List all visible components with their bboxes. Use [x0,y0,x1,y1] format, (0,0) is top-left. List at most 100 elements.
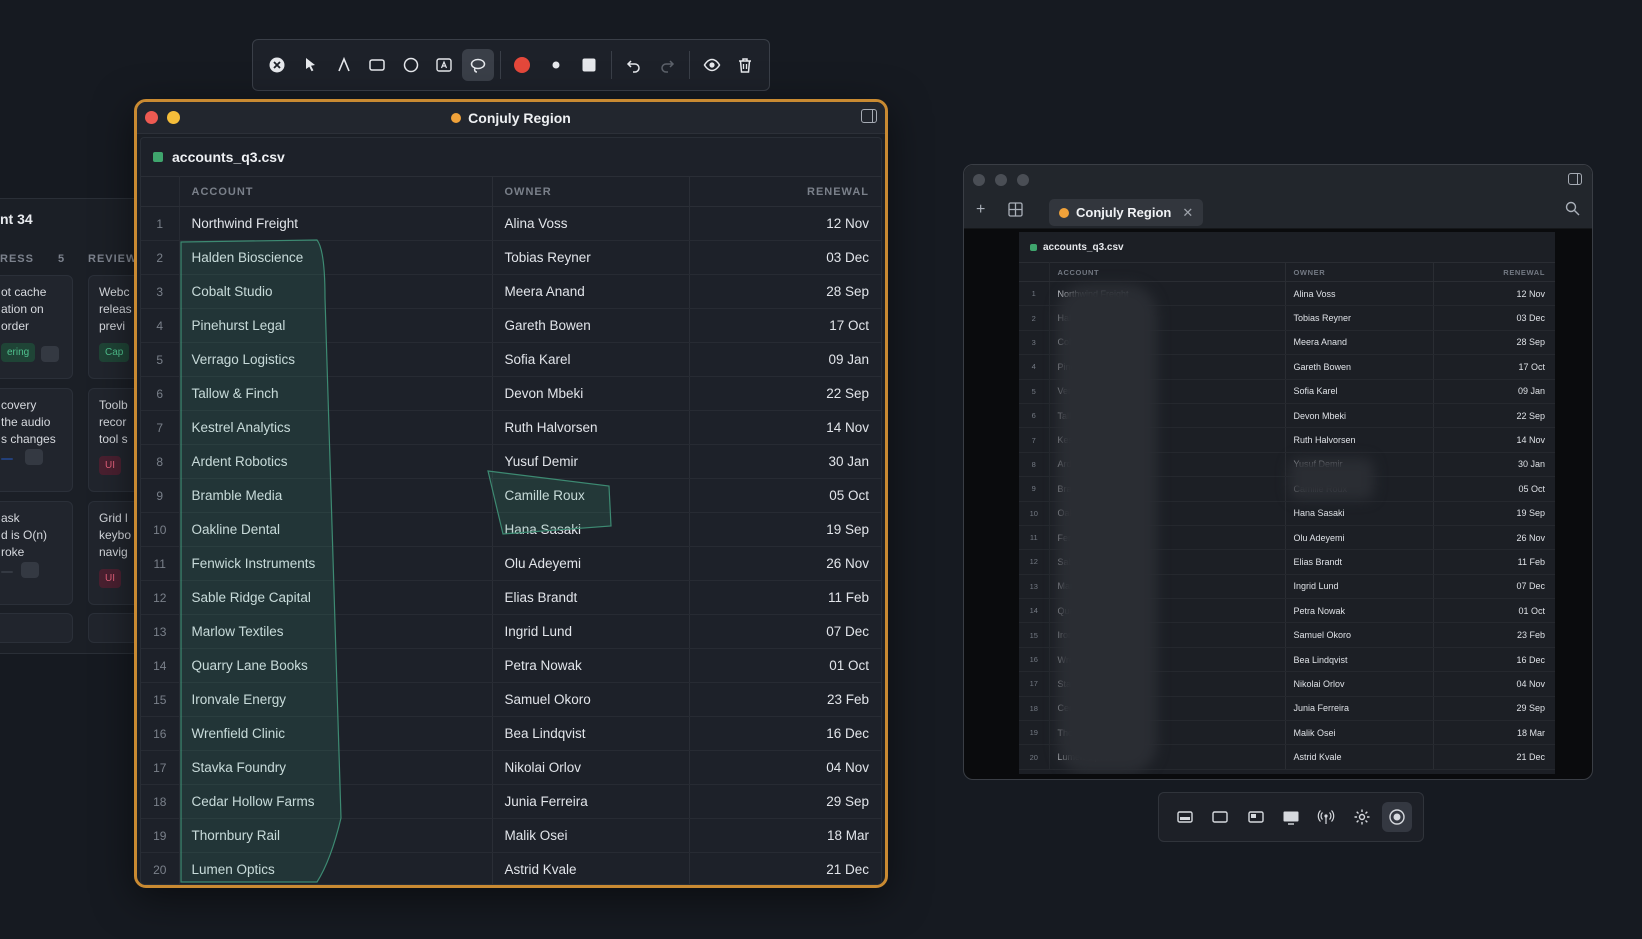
sidebar-toggle-icon[interactable] [861,109,877,123]
window-split-icon[interactable] [1241,802,1271,832]
owner-cell[interactable]: Petra Nowak [491,648,689,683]
add-tab-icon[interactable]: + [976,201,985,219]
owner-cell[interactable]: Olu Adeyemi [491,546,689,581]
table-row[interactable]: 2 Halden Bioscience Tobias Reyner 03 Dec [1019,305,1555,331]
renewal-cell[interactable]: 17 Oct [1432,354,1555,380]
account-cell[interactable]: Quarry Lane Books [1049,598,1285,624]
owner-cell[interactable]: Junia Ferreira [1284,696,1433,722]
sidebar-toggle-icon[interactable] [1568,173,1582,185]
table-row[interactable]: 17 Stavka Foundry Nikolai Orlov 04 Nov [1019,671,1555,697]
account-cell[interactable]: Northwind Freight [179,206,492,241]
owner-cell[interactable]: Yusuf Demir [1284,452,1433,478]
renewal-cell[interactable]: 07 Dec [1432,574,1555,600]
owner-cell[interactable]: Astrid Kvale [1284,744,1433,770]
owner-cell[interactable]: Alina Voss [1284,281,1433,307]
minimize-window-button[interactable] [167,111,180,124]
table-row[interactable]: 6 Tallow & Finch Devon Mbeki 22 Sep [141,376,881,411]
window-outline-icon[interactable] [1205,802,1235,832]
owner-column-header[interactable]: OWNER [491,176,689,207]
renewal-cell[interactable]: 22 Sep [1432,403,1555,429]
renewal-cell[interactable]: 12 Nov [688,206,881,241]
owner-cell[interactable]: Nikolai Orlov [491,750,689,785]
table-row[interactable]: 10 Oakline Dental Hana Sasaki 19 Sep [1019,501,1555,526]
text-box-icon[interactable] [429,49,461,81]
table-row[interactable]: 19 Thornbury Rail Malik Osei 18 Mar [1019,720,1555,746]
preview-titlebar[interactable] [964,165,1592,195]
stroke-dot-icon[interactable] [540,49,572,81]
table-row[interactable]: 3 Cobalt Studio Meera Anand 28 Sep [1019,330,1555,356]
renewal-cell[interactable]: 19 Sep [1432,501,1555,526]
owner-cell[interactable]: Yusuf Demir [491,444,689,479]
account-cell[interactable]: Halden Bioscience [179,240,492,275]
owner-cell[interactable]: Alina Voss [491,206,689,241]
renewal-cell[interactable]: 11 Feb [1432,549,1555,575]
account-cell[interactable]: Tallow & Finch [1049,403,1285,429]
account-cell[interactable]: Kestrel Analytics [1049,427,1285,453]
renewal-cell[interactable]: 23 Feb [688,682,881,717]
account-cell[interactable]: Sable Ridge Capital [1049,549,1285,575]
account-cell[interactable]: Cobalt Studio [1049,330,1285,356]
account-cell[interactable]: Quarry Lane Books [179,648,492,683]
account-cell[interactable]: Marlow Textiles [179,614,492,649]
table-row[interactable]: 6 Tallow & Finch Devon Mbeki 22 Sep [1019,403,1555,429]
table-row[interactable]: 16 Wrenfield Clinic Bea Lindqvist 16 Dec [1019,647,1555,673]
renewal-cell[interactable]: 05 Oct [1432,476,1555,502]
table-row[interactable]: 18 Cedar Hollow Farms Junia Ferreira 29 Sep [141,784,881,819]
table-row[interactable]: 11 Fenwick Instruments Olu Adeyemi 26 Nov [141,546,881,581]
renewal-cell[interactable]: 14 Nov [688,410,881,445]
renewal-cell[interactable]: 12 Nov [1432,281,1555,307]
close-icon[interactable] [261,49,293,81]
trash-icon[interactable] [729,49,761,81]
zoom-window-button[interactable] [1017,174,1029,186]
owner-cell[interactable]: Junia Ferreira [491,784,689,819]
kanban-card[interactable]: Webc releas previ Cap [88,275,139,379]
minimize-window-button[interactable] [995,174,1007,186]
tab-conjuly-region[interactable]: Conjuly Region ✕ [1049,199,1204,226]
renewal-cell[interactable]: 03 Dec [688,240,881,275]
table-row[interactable]: 7 Kestrel Analytics Ruth Halvorsen 14 Nov [1019,427,1555,453]
owner-cell[interactable]: Bea Lindqvist [1284,647,1433,673]
account-column-header[interactable]: ACCOUNT [179,176,492,207]
account-cell[interactable]: Fenwick Instruments [179,546,492,581]
table-row[interactable]: 2 Halden Bioscience Tobias Reyner 03 Dec [141,240,881,275]
table-row[interactable]: 1 Northwind Freight Alina Voss 12 Nov [141,206,881,241]
search-icon[interactable] [1565,201,1580,221]
account-cell[interactable]: Thornbury Rail [179,818,492,853]
account-cell[interactable]: Pinehurst Legal [179,308,492,343]
renewal-cell[interactable]: 01 Oct [1432,598,1555,624]
account-cell[interactable]: Verrago Logistics [179,342,492,377]
owner-cell[interactable]: Malik Osei [491,818,689,853]
grid-view-icon[interactable] [1008,202,1023,222]
renewal-cell[interactable]: 30 Jan [1432,452,1555,478]
owner-cell[interactable]: Nikolai Orlov [1284,671,1433,697]
kanban-card[interactable]: Grid l keybo navig UI [88,501,139,605]
account-cell[interactable]: Stavka Foundry [179,750,492,785]
owner-cell[interactable]: Ingrid Lund [491,614,689,649]
account-cell[interactable]: Ardent Robotics [179,444,492,479]
account-cell[interactable]: Wrenfield Clinic [1049,647,1285,673]
table-row[interactable]: 14 Quarry Lane Books Petra Nowak 01 Oct [1019,598,1555,624]
redo-icon[interactable] [651,49,683,81]
renewal-cell[interactable]: 19 Sep [688,512,881,547]
table-row[interactable]: 9 Bramble Media Camille Roux 05 Oct [1019,476,1555,502]
owner-cell[interactable]: Devon Mbeki [1284,403,1433,429]
renewal-cell[interactable]: 18 Mar [1432,720,1555,746]
table-row[interactable]: 4 Pinehurst Legal Gareth Bowen 17 Oct [1019,354,1555,380]
owner-cell[interactable]: Hana Sasaki [1284,501,1433,526]
renewal-cell[interactable]: 28 Sep [688,274,881,309]
owner-cell[interactable]: Tobias Reyner [491,240,689,275]
renewal-cell[interactable]: 14 Nov [1432,427,1555,453]
account-cell[interactable]: Ardent Robotics [1049,452,1285,478]
table-row[interactable]: 4 Pinehurst Legal Gareth Bowen 17 Oct [141,308,881,343]
account-cell[interactable]: Oakline Dental [179,512,492,547]
renewal-cell[interactable]: 22 Sep [688,376,881,411]
owner-cell[interactable]: Ingrid Lund [1284,574,1433,600]
renewal-cell[interactable]: 30 Jan [688,444,881,479]
record-icon[interactable] [1382,802,1413,832]
account-cell[interactable]: Bramble Media [1049,476,1285,502]
renewal-cell[interactable]: 29 Sep [688,784,881,819]
owner-cell[interactable]: Sofia Karel [1284,379,1433,404]
close-window-button[interactable] [145,111,158,124]
table-row[interactable]: 12 Sable Ridge Capital Elias Brandt 11 Feb [141,580,881,615]
account-cell[interactable]: Verrago Logistics [1049,379,1285,404]
